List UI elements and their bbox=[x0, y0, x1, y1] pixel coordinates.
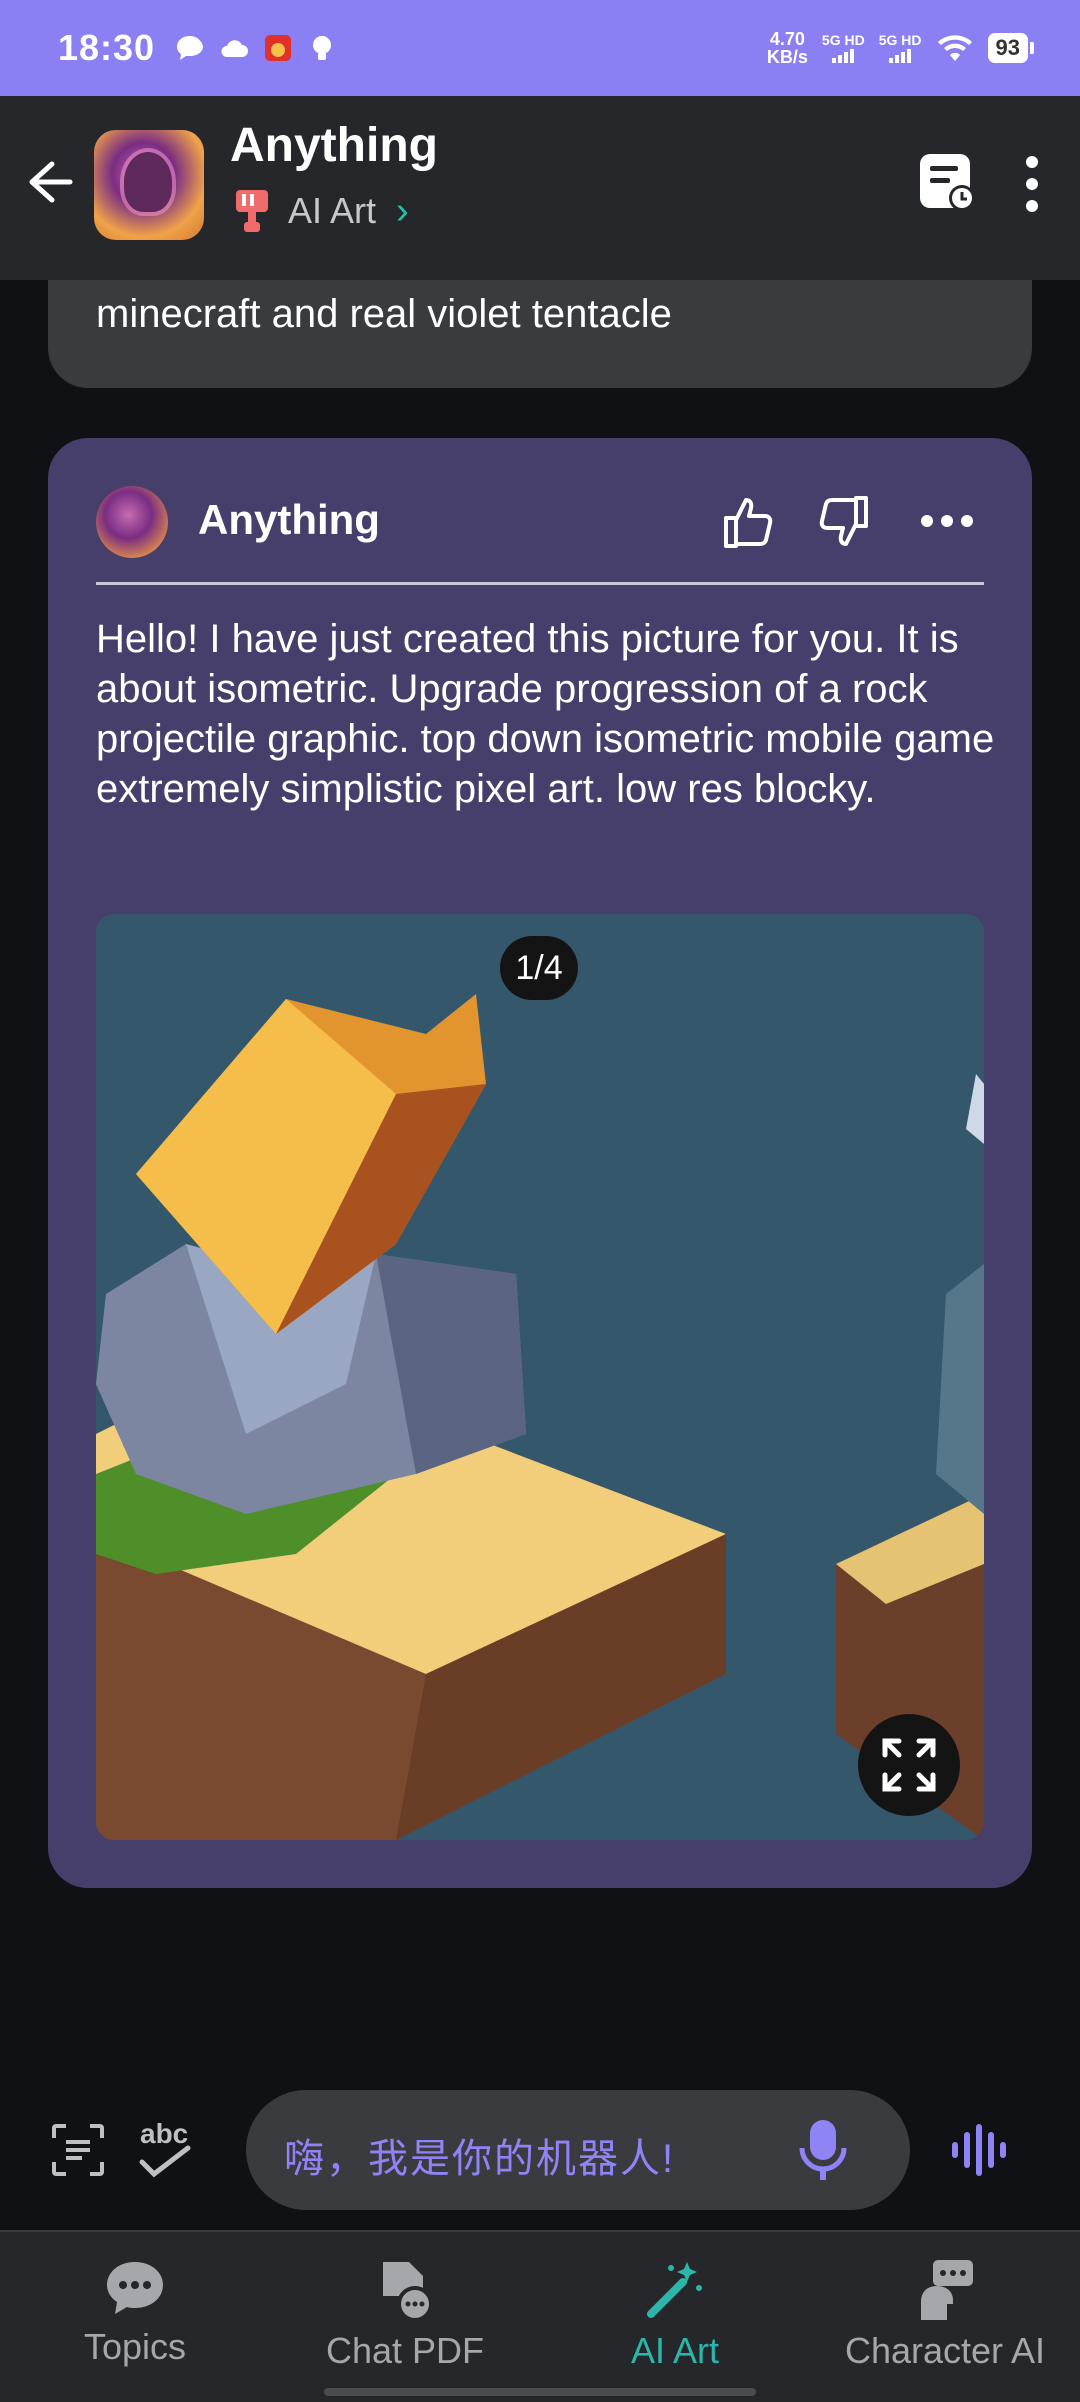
signal-sim1: 5G HD bbox=[822, 33, 865, 63]
signal-bars-icon bbox=[889, 47, 912, 63]
character-speech-icon bbox=[921, 2260, 973, 2320]
composer-bar: abc 嗨，我是你的机器人! bbox=[0, 2080, 1080, 2230]
reply-text: Hello! I have just created this picture … bbox=[96, 617, 995, 811]
spellcheck-icon[interactable] bbox=[136, 2118, 194, 2180]
tab-chat-pdf[interactable]: Chat PDF bbox=[270, 2232, 540, 2402]
chat-header: Anything AI Art › bbox=[0, 96, 1080, 280]
bot-category-link[interactable]: AI Art › bbox=[232, 188, 409, 234]
net-speed-value: 4.70 bbox=[769, 29, 805, 49]
bot-category-label: AI Art bbox=[288, 190, 377, 231]
app-notification-icon bbox=[265, 35, 292, 61]
bot-avatar[interactable] bbox=[94, 130, 204, 240]
image-pager: 1/4 bbox=[500, 936, 578, 1000]
chevron-right-icon: › bbox=[396, 189, 409, 232]
signal-bars-icon bbox=[832, 47, 855, 63]
ai-art-brush-icon bbox=[236, 190, 268, 232]
more-horizontal-icon[interactable] bbox=[918, 512, 976, 530]
generated-image[interactable]: 1/4 bbox=[96, 914, 984, 1840]
user-message-text: minecraft and real violet tentacle bbox=[96, 292, 672, 336]
tab-topics-label: Topics bbox=[83, 2326, 187, 2367]
expand-icon bbox=[882, 1738, 936, 1792]
chat-bubble-icon bbox=[107, 2262, 163, 2314]
home-indicator[interactable] bbox=[324, 2388, 756, 2396]
generated-image-artwork bbox=[96, 914, 984, 1840]
bot-title[interactable]: Anything bbox=[230, 118, 438, 173]
reply-author: Anything bbox=[198, 496, 380, 543]
reply-avatar bbox=[96, 486, 168, 558]
thumbs-down-icon[interactable] bbox=[816, 494, 872, 550]
thumbs-up-icon[interactable] bbox=[720, 494, 776, 550]
microphone-icon[interactable] bbox=[798, 2118, 848, 2184]
scan-text-icon[interactable] bbox=[50, 2122, 106, 2178]
message-notification-icon bbox=[177, 36, 204, 60]
bot-reply-card: Anything Hello! I have just created this… bbox=[48, 438, 1032, 1888]
cloud-icon bbox=[221, 40, 249, 57]
voice-chat-icon[interactable] bbox=[950, 2122, 1010, 2178]
status-time: 18:30 bbox=[58, 27, 156, 68]
bulb-icon bbox=[313, 36, 332, 60]
network-speed: 4.70 KB/s bbox=[767, 30, 808, 66]
tab-character-ai-label: Character AI bbox=[844, 2330, 1046, 2371]
chat-history-icon[interactable] bbox=[918, 150, 978, 214]
status-right: 4.70 KB/s 5G HD 5G HD 93 bbox=[767, 30, 1035, 66]
signal-sim2: 5G HD bbox=[879, 33, 922, 63]
user-message-bubble: minecraft and real violet tentacle bbox=[48, 280, 1032, 388]
back-arrow-icon[interactable] bbox=[22, 156, 74, 208]
magic-wand-icon bbox=[647, 2262, 702, 2318]
tab-character-ai[interactable]: Character AI bbox=[810, 2232, 1080, 2402]
tab-ai-art[interactable]: AI Art bbox=[540, 2232, 810, 2402]
more-vertical-icon[interactable] bbox=[1020, 154, 1044, 214]
message-input[interactable]: 嗨，我是你的机器人! bbox=[246, 2090, 910, 2210]
sim1-label: 5G HD bbox=[821, 32, 865, 48]
status-bar: 18:30 4.70 KB/s 5G HD 5G HD 93 bbox=[0, 0, 1080, 96]
battery-indicator: 93 bbox=[987, 33, 1035, 63]
bottom-tab-bar: Topics Chat PDF AI Art Character AI bbox=[0, 2230, 1080, 2402]
card-divider bbox=[96, 582, 984, 585]
tab-topics[interactable]: Topics bbox=[0, 2232, 270, 2402]
net-speed-unit: KB/s bbox=[766, 47, 808, 67]
pdf-chat-icon bbox=[383, 2262, 433, 2322]
wifi-icon bbox=[937, 35, 972, 61]
sim2-label: 5G HD bbox=[878, 32, 922, 48]
tab-chat-pdf-label: Chat PDF bbox=[325, 2330, 485, 2371]
status-left: 18:30 bbox=[58, 27, 337, 69]
fullscreen-button[interactable] bbox=[858, 1714, 960, 1816]
tab-ai-art-label: AI Art bbox=[630, 2330, 720, 2371]
message-input-placeholder: 嗨，我是你的机器人! bbox=[284, 2137, 676, 2181]
